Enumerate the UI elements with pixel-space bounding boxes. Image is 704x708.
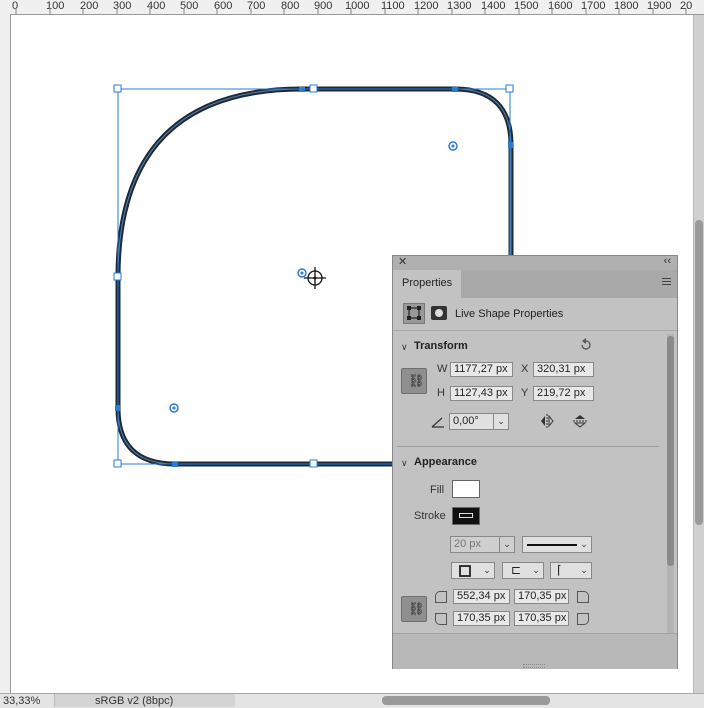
horizontal-scrollbar-thumb[interactable]	[382, 696, 550, 705]
status-bar: 33,33% sRGB v2 (8bpc)	[0, 693, 704, 708]
resize-handle[interactable]	[113, 459, 122, 468]
corner-node[interactable]	[508, 142, 513, 148]
x-field[interactable]: 320,31 px	[533, 362, 594, 377]
constrain-proportions-button[interactable]: ⛓	[401, 368, 427, 394]
resize-handle[interactable]	[309, 84, 318, 93]
color-profile-label: sRGB v2 (8bpc)	[95, 695, 174, 707]
flip-vertical-icon[interactable]	[573, 413, 587, 429]
angle-icon	[431, 417, 444, 428]
chevron-down-icon: ⌄	[483, 565, 491, 575]
stroke-swatch[interactable]	[452, 507, 480, 525]
tab-label: Properties	[402, 277, 453, 289]
panel-scrollbar-thumb[interactable]	[667, 336, 674, 566]
panel-scrollbar[interactable]	[667, 334, 674, 634]
panel-footer	[393, 633, 677, 669]
rotation-dropdown[interactable]: 0,00° ⌄	[449, 413, 509, 430]
panel-tab-bar: Properties	[393, 270, 677, 298]
corner-bottom-right-field[interactable]: 170,35 px	[514, 611, 569, 626]
tab-properties[interactable]: Properties	[393, 270, 461, 298]
chevron-down-icon: ⌄	[499, 537, 514, 552]
color-profile-field: sRGB v2 (8bpc)	[54, 694, 235, 707]
double-chevron-left-icon[interactable]: ‹‹	[664, 255, 671, 267]
corner-top-right-field[interactable]: 170,35 px	[514, 589, 569, 604]
resize-handle[interactable]	[113, 84, 122, 93]
live-shape-label: Live Shape Properties	[455, 308, 564, 320]
live-shape-row: Live Shape Properties	[393, 298, 677, 331]
stroke-align-dropdown[interactable]: ⌄	[451, 562, 495, 579]
stroke-width-value: 20 px	[454, 538, 481, 550]
transform-section-title[interactable]: Transform	[414, 340, 468, 352]
height-field[interactable]: 1127,43 px	[450, 386, 513, 401]
rotation-value: 0,00°	[453, 415, 479, 427]
reset-icon[interactable]	[579, 338, 593, 352]
transform-box-icon	[407, 306, 421, 320]
link-icon: ⛓	[408, 373, 425, 388]
panel-menu-icon[interactable]	[662, 278, 671, 287]
stroke-cap-dropdown[interactable]: ⊏ ⌄	[502, 562, 544, 579]
resize-handle[interactable]	[309, 459, 318, 468]
fill-swatch[interactable]	[452, 480, 480, 498]
y-field[interactable]: 219,72 px	[533, 386, 594, 401]
live-shape-icon[interactable]	[431, 306, 447, 320]
stroke-width-dropdown[interactable]: 20 px ⌄	[450, 536, 515, 553]
x-label: X	[521, 363, 529, 375]
corner-node[interactable]	[452, 87, 458, 92]
chevron-down-icon: ⌄	[532, 565, 540, 575]
corner-top-right-icon[interactable]	[577, 591, 589, 603]
corner-node[interactable]	[172, 462, 178, 467]
chevron-down-icon: ⌄	[493, 414, 508, 429]
corner-bottom-left-icon[interactable]	[435, 613, 447, 625]
y-label: Y	[521, 387, 529, 399]
ruler-ticks	[15, 8, 687, 14]
section-divider	[397, 446, 659, 447]
chevron-down-icon[interactable]: ∨	[401, 342, 408, 353]
zoom-level[interactable]: 33,33%	[3, 695, 40, 707]
h-label: H	[437, 387, 445, 399]
stroke-join-dropdown[interactable]: ⌈ ⌄	[550, 562, 592, 579]
live-shape-transform-button[interactable]	[403, 303, 425, 324]
resize-handle[interactable]	[505, 84, 514, 93]
corner-bottom-right-icon[interactable]	[577, 613, 589, 625]
resize-grip-icon[interactable]	[523, 664, 545, 668]
w-label: W	[437, 363, 448, 375]
resize-handle[interactable]	[113, 272, 122, 281]
join-icon: ⌈	[557, 563, 562, 577]
flip-horizontal-icon[interactable]	[539, 414, 555, 428]
fill-label: Fill	[430, 484, 445, 496]
stroke-style-dropdown[interactable]: ⌄	[522, 536, 592, 553]
stroke-label: Stroke	[414, 510, 446, 522]
corner-bottom-left-field[interactable]: 170,35 px	[453, 611, 510, 626]
link-corners-button[interactable]: ⛓	[401, 596, 427, 622]
corner-top-left-field[interactable]: 552,34 px	[453, 589, 510, 604]
chevron-down-icon: ⌄	[580, 565, 588, 575]
properties-panel: ✕ ‹‹ Properties Live Shape Properties ∨ …	[392, 255, 678, 669]
close-icon[interactable]: ✕	[398, 255, 407, 268]
chevron-down-icon[interactable]: ∨	[401, 458, 408, 469]
appearance-section-title[interactable]: Appearance	[414, 456, 477, 468]
link-icon: ⛓	[408, 601, 425, 616]
corner-top-left-icon[interactable]	[435, 591, 447, 603]
corner-node[interactable]	[299, 87, 305, 92]
width-field[interactable]: 1177,27 px	[450, 362, 513, 377]
corner-node[interactable]	[115, 405, 120, 411]
panel-titlebar[interactable]: ✕ ‹‹	[393, 255, 677, 270]
stroke-align-icon	[459, 565, 471, 577]
cap-icon: ⊏	[511, 563, 522, 577]
chevron-down-icon: ⌄	[580, 539, 588, 549]
